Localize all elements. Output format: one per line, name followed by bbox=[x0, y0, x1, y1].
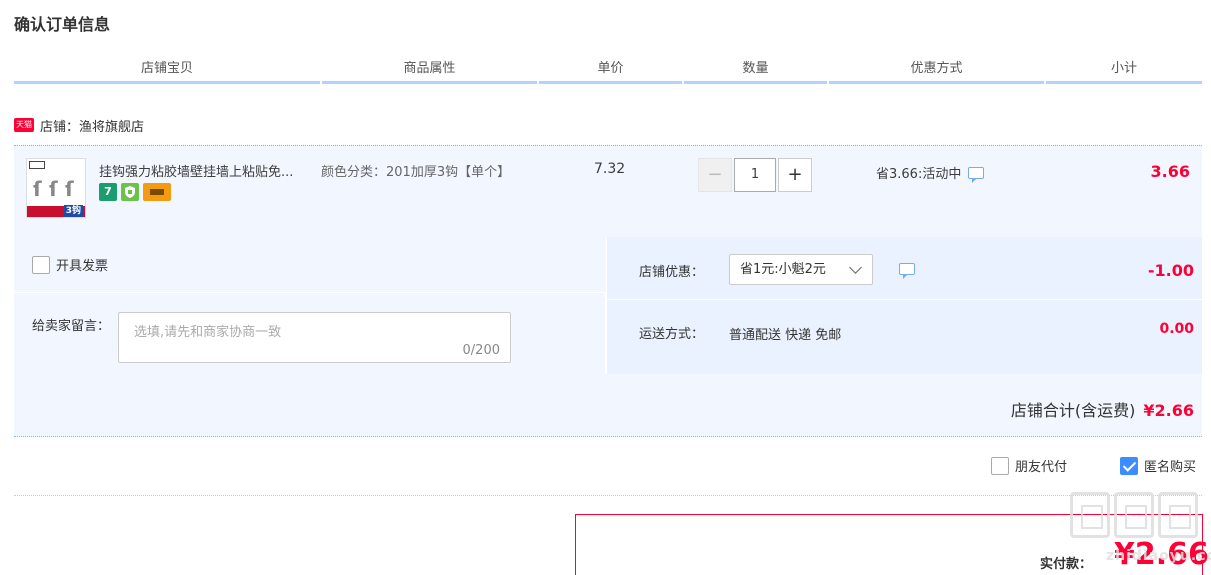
hook-icon: ſ bbox=[49, 177, 58, 201]
friend-pay-option[interactable]: 朋友代付 bbox=[991, 456, 1067, 475]
product-attributes: 颜色分类：201加厚3钩【单个】 bbox=[321, 165, 511, 180]
column-header-shop-item: 店铺宝贝 bbox=[14, 58, 320, 84]
invoice-label: 开具发票 bbox=[56, 259, 109, 274]
shop-discount-amount: -1.00 bbox=[1147, 261, 1194, 280]
chat-icon[interactable] bbox=[899, 263, 915, 279]
message-placeholder: 选填,请先和商家协商一致 bbox=[134, 325, 282, 340]
payment-label: 实付款： bbox=[1040, 557, 1093, 572]
unit-price: 7.32 bbox=[594, 161, 626, 177]
anonymous-purchase-checkbox[interactable] bbox=[1120, 456, 1138, 475]
column-header-row: 店铺宝贝 商品属性 单价 数量 优惠方式 小计 bbox=[14, 58, 1202, 84]
quantity-stepper: − 1 + bbox=[698, 158, 812, 192]
divider bbox=[14, 495, 1202, 496]
shop-name[interactable]: 店铺：渔将旗舰店 bbox=[40, 116, 144, 135]
payment-total: ¥2.66 bbox=[1114, 537, 1209, 572]
invoice-option[interactable]: 开具发票 bbox=[32, 255, 108, 274]
message-char-counter: 0/200 bbox=[462, 343, 500, 358]
shipping-method: 普通配送 快递 免邮 bbox=[729, 328, 842, 343]
product-title[interactable]: 挂钩强力粘胶墙壁挂墙上粘贴免... bbox=[99, 161, 293, 180]
shipping-amount: 0.00 bbox=[1159, 321, 1194, 337]
anonymous-purchase-option[interactable]: 匿名购买 bbox=[1120, 456, 1196, 475]
column-header-unit-price: 单价 bbox=[539, 58, 682, 84]
product-count-label: 3钩 bbox=[63, 205, 83, 217]
shop-row: 天猫 店铺：渔将旗舰店 bbox=[14, 114, 144, 136]
discount-shipping-section: 店铺优惠： 省1元:小魁2元 -1.00 运送方式： 普通配送 快递 免邮 0.… bbox=[606, 237, 1203, 374]
column-header-attributes: 商品属性 bbox=[322, 58, 537, 84]
shop-discount-selected: 省1元:小魁2元 bbox=[740, 262, 826, 277]
column-header-promotion: 优惠方式 bbox=[829, 58, 1044, 84]
anonymous-purchase-label: 匿名购买 bbox=[1144, 460, 1197, 475]
quantity-input[interactable]: 1 bbox=[734, 158, 776, 192]
tmall-icon: 天猫 bbox=[14, 118, 34, 132]
increase-quantity-button[interactable]: + bbox=[778, 158, 812, 192]
message-section: 给卖家留言： 选填,请先和商家协商一致 0/200 bbox=[14, 293, 606, 374]
service-icons: 7 bbox=[99, 183, 171, 201]
friend-pay-checkbox[interactable] bbox=[991, 456, 1009, 475]
shop-total-value: ¥2.66 bbox=[1143, 401, 1194, 420]
payment-summary: 实付款： ¥2.66 bbox=[575, 514, 1209, 575]
hook-icon: ſ bbox=[33, 177, 42, 201]
product-thumbnail[interactable]: ſ ſ ſ 3钩 bbox=[26, 158, 86, 218]
promotion-info: 省3.66:活动中 bbox=[876, 163, 985, 183]
column-header-quantity: 数量 bbox=[684, 58, 827, 84]
column-header-subtotal: 小计 bbox=[1046, 58, 1202, 84]
shop-discount-label: 店铺优惠： bbox=[639, 265, 705, 280]
package-icon bbox=[29, 161, 45, 169]
hook-icon: ſ bbox=[65, 177, 74, 201]
page-title: 确认订单信息 bbox=[14, 15, 111, 34]
chevron-down-icon bbox=[849, 261, 862, 274]
shop-total: 店铺合计(含运费) ¥2.66 bbox=[1011, 397, 1194, 421]
order-details-panel: 开具发票 给卖家留言： 选填,请先和商家协商一致 0/200 店铺优惠： 省1元… bbox=[14, 237, 1203, 437]
chat-icon[interactable] bbox=[968, 166, 985, 183]
shop-total-label: 店铺合计(含运费) bbox=[1010, 401, 1136, 420]
credit-card-icon[interactable] bbox=[143, 183, 171, 201]
message-label: 给卖家留言： bbox=[32, 319, 111, 334]
seven-day-return-icon[interactable]: 7 bbox=[99, 183, 117, 201]
shipping-label: 运送方式： bbox=[639, 327, 705, 342]
friend-pay-label: 朋友代付 bbox=[1015, 460, 1068, 475]
seller-message-input[interactable]: 选填,请先和商家协商一致 0/200 bbox=[118, 312, 511, 363]
invoice-checkbox[interactable] bbox=[32, 255, 50, 274]
divider bbox=[607, 299, 1203, 300]
guarantee-icon[interactable] bbox=[121, 183, 139, 201]
shop-discount-select[interactable]: 省1元:小魁2元 bbox=[729, 254, 873, 285]
order-item-row: ſ ſ ſ 3钩 挂钩强力粘胶墙壁挂墙上粘贴免... 7 颜色分类：201加厚3… bbox=[14, 145, 1202, 237]
item-subtotal: 3.66 bbox=[1150, 162, 1190, 181]
invoice-section: 开具发票 bbox=[14, 237, 606, 293]
decrease-quantity-button[interactable]: − bbox=[698, 158, 732, 192]
promotion-text: 省3.66:活动中 bbox=[876, 167, 962, 182]
